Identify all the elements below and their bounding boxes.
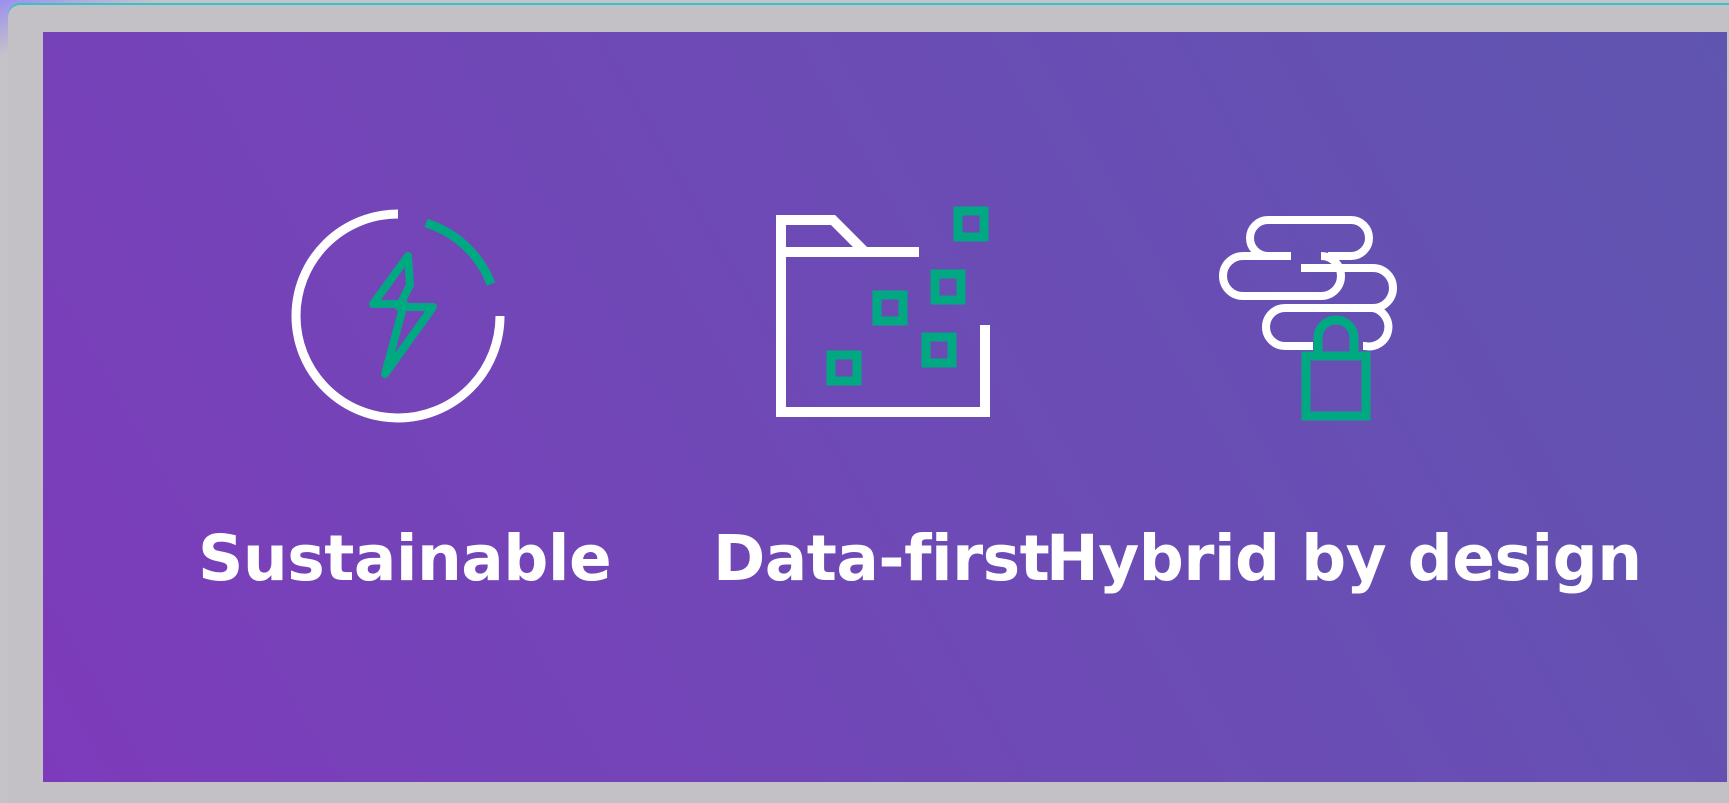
folder-data-icon <box>776 206 990 417</box>
window-frame: Sustainable Data-first Hybrid by design <box>8 3 1729 803</box>
features-panel: Sustainable Data-first Hybrid by design <box>43 32 1727 782</box>
feature-label-hybrid-by-design: Hybrid by design <box>1046 522 1642 595</box>
feature-label-sustainable: Sustainable <box>198 522 612 595</box>
power-ring-icon <box>291 209 505 423</box>
feature-label-data-first: Data-first <box>713 522 1050 595</box>
cloud-lock-icon <box>1219 216 1397 421</box>
window-background: Sustainable Data-first Hybrid by design <box>0 0 1729 803</box>
